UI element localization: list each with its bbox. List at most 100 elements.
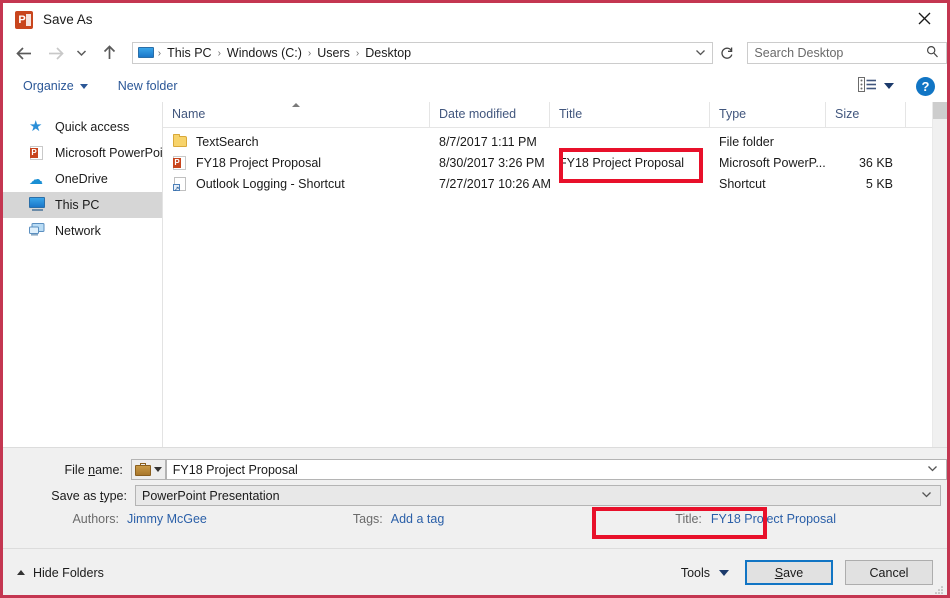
shortcut-icon bbox=[172, 176, 188, 192]
organize-label: Organize bbox=[23, 79, 74, 93]
recent-locations-chevron-down-icon[interactable] bbox=[73, 40, 91, 66]
column-header-size[interactable]: Size bbox=[826, 102, 906, 127]
breadcrumb[interactable]: › This PC › Windows (C:) › Users › Deskt… bbox=[132, 42, 714, 64]
chevron-down-icon bbox=[719, 570, 729, 576]
network-icon bbox=[29, 223, 46, 239]
sidebar-item-microsoft-powerpoint[interactable]: Microsoft PowerPoin bbox=[3, 140, 162, 166]
back-icon[interactable] bbox=[12, 40, 38, 66]
file-list: Name Date modified Title Type Size TextS… bbox=[163, 102, 948, 447]
dialog-footer: Hide Folders Tools Save Cancel bbox=[3, 548, 947, 596]
authors-value[interactable]: Jimmy McGee bbox=[127, 512, 207, 526]
table-row[interactable]: Outlook Logging - Shortcut 7/27/2017 10:… bbox=[163, 173, 948, 194]
save-as-type-label: Save as type: bbox=[3, 489, 135, 503]
tools-button[interactable]: Tools bbox=[681, 566, 733, 580]
file-name-label: Outlook Logging - Shortcut bbox=[196, 177, 345, 191]
organize-button[interactable]: Organize bbox=[15, 76, 96, 96]
breadcrumb-item-desktop[interactable]: Desktop bbox=[362, 46, 414, 60]
chevron-down-icon bbox=[80, 84, 88, 89]
breadcrumb-separator: › bbox=[305, 48, 314, 59]
breadcrumb-separator: › bbox=[215, 48, 224, 59]
sidebar-item-this-pc[interactable]: This PC bbox=[3, 192, 162, 218]
change-view-button[interactable] bbox=[858, 77, 894, 95]
chevron-down-icon bbox=[154, 467, 162, 472]
add-a-tag-link[interactable]: Add a tag bbox=[391, 512, 445, 526]
powerpoint-icon: P bbox=[15, 11, 33, 29]
search-input[interactable] bbox=[748, 45, 926, 61]
file-name-history-button[interactable] bbox=[131, 459, 166, 480]
breadcrumb-item-this-pc[interactable]: This PC bbox=[164, 46, 214, 60]
file-name-row: File name: bbox=[3, 459, 947, 480]
file-title-cell: FY18 Project Proposal bbox=[550, 156, 710, 170]
cancel-button[interactable]: Cancel bbox=[845, 560, 933, 585]
column-header-name[interactable]: Name bbox=[163, 102, 430, 127]
search-icon bbox=[926, 45, 946, 61]
file-date-cell: 7/27/2017 10:26 AM bbox=[430, 177, 550, 191]
search-box[interactable] bbox=[747, 42, 947, 64]
file-name-label: File name: bbox=[3, 463, 131, 477]
file-size-cell: 36 KB bbox=[826, 156, 906, 170]
title-bar: P Save As bbox=[3, 3, 947, 36]
dialog-body: ★ Quick access Microsoft PowerPoin ☁ One… bbox=[3, 102, 947, 447]
navigation-sidebar: ★ Quick access Microsoft PowerPoin ☁ One… bbox=[3, 102, 163, 447]
sidebar-item-quick-access[interactable]: ★ Quick access bbox=[3, 114, 162, 140]
breadcrumb-item-users[interactable]: Users bbox=[314, 46, 353, 60]
hide-folders-button[interactable]: Hide Folders bbox=[17, 566, 104, 580]
resize-grip[interactable] bbox=[934, 584, 944, 594]
refresh-icon[interactable] bbox=[715, 42, 739, 64]
save-as-dialog: P Save As › This PC › Windows (C:) › bbox=[0, 0, 950, 598]
footer-buttons: Tools Save Cancel bbox=[681, 560, 947, 585]
breadcrumb-chevron-down-icon[interactable] bbox=[695, 48, 712, 59]
window-title: Save As bbox=[43, 12, 93, 27]
column-headers: Name Date modified Title Type Size bbox=[163, 102, 948, 128]
column-header-date-modified[interactable]: Date modified bbox=[430, 102, 550, 127]
chevron-down-icon[interactable] bbox=[921, 490, 940, 501]
sidebar-item-network[interactable]: Network bbox=[3, 218, 162, 244]
breadcrumb-item-windows-c[interactable]: Windows (C:) bbox=[224, 46, 305, 60]
file-rows: TextSearch 8/7/2017 1:11 PM File folder … bbox=[163, 128, 948, 194]
file-type-cell: File folder bbox=[710, 135, 826, 149]
navigation-bar: › This PC › Windows (C:) › Users › Deskt… bbox=[3, 36, 947, 70]
scrollbar-thumb[interactable] bbox=[933, 102, 948, 119]
help-button[interactable]: ? bbox=[916, 77, 935, 96]
vertical-scrollbar[interactable] bbox=[932, 102, 948, 447]
save-as-type-dropdown[interactable]: PowerPoint Presentation bbox=[135, 485, 941, 506]
sort-ascending-icon bbox=[292, 103, 300, 107]
briefcase-icon bbox=[135, 463, 151, 476]
tags-label: Tags: bbox=[353, 512, 383, 526]
hide-folders-label: Hide Folders bbox=[33, 566, 104, 580]
column-header-title[interactable]: Title bbox=[550, 102, 710, 127]
file-date-cell: 8/30/2017 3:26 PM bbox=[430, 156, 550, 170]
file-name-label: FY18 Project Proposal bbox=[196, 156, 321, 170]
sidebar-item-onedrive[interactable]: ☁ OneDrive bbox=[3, 166, 162, 192]
table-row[interactable]: FY18 Project Proposal 8/30/2017 3:26 PM … bbox=[163, 152, 948, 173]
new-folder-label: New folder bbox=[118, 79, 178, 93]
sidebar-item-label: Network bbox=[55, 224, 101, 238]
up-one-level-icon[interactable] bbox=[97, 40, 123, 66]
this-pc-icon bbox=[138, 47, 155, 60]
file-name-field[interactable] bbox=[166, 459, 947, 480]
powerpoint-file-icon bbox=[172, 155, 188, 171]
column-header-type[interactable]: Type bbox=[710, 102, 826, 127]
star-icon: ★ bbox=[29, 119, 46, 135]
close-icon[interactable] bbox=[901, 3, 947, 34]
breadcrumb-separator: › bbox=[353, 48, 362, 59]
metadata-row: Authors: Jimmy McGee Tags: Add a tag Tit… bbox=[3, 512, 947, 526]
save-button[interactable]: Save bbox=[745, 560, 833, 585]
breadcrumb-separator: › bbox=[155, 48, 164, 59]
monitor-icon bbox=[29, 197, 46, 213]
file-name-cell: Outlook Logging - Shortcut bbox=[163, 176, 430, 192]
cloud-icon: ☁ bbox=[29, 171, 46, 187]
forward-icon[interactable] bbox=[43, 40, 69, 66]
command-toolbar: Organize New folder bbox=[3, 70, 947, 102]
new-folder-button[interactable]: New folder bbox=[110, 76, 186, 96]
table-row[interactable]: TextSearch 8/7/2017 1:11 PM File folder bbox=[163, 131, 948, 152]
chevron-down-icon[interactable] bbox=[927, 464, 946, 475]
toolbar-right-group: ? bbox=[858, 77, 947, 96]
title-value[interactable]: FY18 Project Proposal bbox=[711, 512, 836, 526]
file-name-cell: TextSearch bbox=[163, 134, 430, 150]
file-name-label: TextSearch bbox=[196, 135, 259, 149]
chevron-up-icon bbox=[17, 570, 25, 575]
file-name-cell: FY18 Project Proposal bbox=[163, 155, 430, 171]
list-view-icon bbox=[858, 77, 877, 95]
file-name-input[interactable] bbox=[167, 462, 927, 478]
